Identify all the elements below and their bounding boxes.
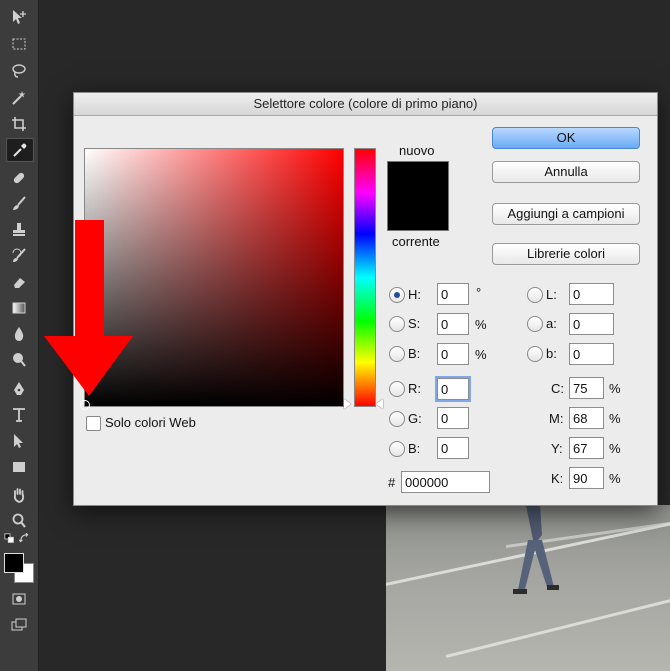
dodge-tool-icon[interactable]	[6, 349, 32, 371]
hue-radio[interactable]	[389, 287, 405, 303]
hue-slider-left-arrow[interactable]	[344, 399, 351, 409]
new-color-label: nuovo	[399, 143, 435, 158]
background-photo	[386, 505, 670, 671]
annotation-arrow-icon	[44, 220, 133, 396]
cyan-unit: %	[609, 381, 621, 396]
hue-slider[interactable]	[354, 148, 376, 407]
web-colors-checkbox[interactable]	[86, 416, 101, 431]
lab-a-radio[interactable]	[527, 316, 543, 332]
magenta-label: M:	[549, 411, 564, 426]
red-radio[interactable]	[389, 381, 405, 397]
blue-radio[interactable]	[389, 441, 405, 457]
web-colors-label: Solo colori Web	[105, 415, 196, 430]
brightness-label: B:	[408, 346, 421, 361]
black-label: K:	[551, 471, 564, 486]
hex-label: #	[388, 475, 396, 490]
hand-tool-icon[interactable]	[6, 484, 32, 506]
black-input[interactable]: 90	[569, 467, 604, 489]
cyan-label: C:	[551, 381, 564, 396]
brightness-input[interactable]: 0	[437, 343, 469, 365]
green-radio[interactable]	[389, 411, 405, 427]
gradient-tool-icon[interactable]	[6, 297, 32, 319]
path-selection-tool-icon[interactable]	[6, 430, 32, 452]
lab-l-input[interactable]: 0	[569, 283, 614, 305]
blue-input[interactable]: 0	[437, 437, 469, 459]
lab-l-radio[interactable]	[527, 287, 543, 303]
pen-tool-icon[interactable]	[6, 378, 32, 400]
healing-brush-tool-icon[interactable]	[6, 167, 32, 189]
red-label: R:	[408, 381, 421, 396]
magenta-unit: %	[609, 411, 621, 426]
type-tool-icon[interactable]	[6, 404, 32, 426]
saturation-radio[interactable]	[389, 316, 405, 332]
cancel-button[interactable]: Annulla	[492, 161, 640, 183]
lab-b-label: b:	[546, 346, 557, 361]
color-picker-dialog: Selettore colore (colore di primo piano)…	[73, 92, 658, 506]
new-color-swatch	[387, 161, 449, 231]
default-colors-icon[interactable]	[3, 532, 17, 546]
foreground-color-swatch[interactable]	[4, 553, 24, 573]
hue-unit: °	[476, 285, 482, 300]
pedestrian-figure	[513, 505, 559, 594]
yellow-input[interactable]: 67	[569, 437, 604, 459]
saturation-input[interactable]: 0	[437, 313, 469, 335]
brightness-unit: %	[475, 347, 487, 362]
magic-wand-tool-icon[interactable]	[6, 87, 32, 109]
yellow-label: Y:	[551, 441, 563, 456]
green-input[interactable]: 0	[437, 407, 469, 429]
hex-input[interactable]: 000000	[401, 471, 490, 493]
crop-tool-icon[interactable]	[6, 113, 32, 135]
saturation-label: S:	[408, 316, 421, 331]
quick-mask-icon[interactable]	[6, 588, 32, 610]
lab-l-label: L:	[546, 287, 557, 302]
color-libraries-button[interactable]: Librerie colori	[492, 243, 640, 265]
blur-tool-icon[interactable]	[6, 323, 32, 345]
current-color-label: corrente	[392, 234, 440, 249]
color-field-marker[interactable]	[80, 400, 90, 410]
stamp-tool-icon[interactable]	[6, 219, 32, 241]
zoom-tool-icon[interactable]	[6, 510, 32, 532]
add-to-swatches-button[interactable]: Aggiungi a campioni	[492, 203, 640, 225]
dialog-title[interactable]: Selettore colore (colore di primo piano)	[74, 93, 657, 116]
screen-mode-icon[interactable]	[6, 614, 32, 636]
hue-label: H:	[408, 287, 421, 302]
swap-colors-icon[interactable]	[18, 532, 32, 546]
lab-a-label: a:	[546, 316, 557, 331]
rectangle-tool-icon[interactable]	[6, 456, 32, 478]
saturation-unit: %	[475, 317, 487, 332]
blue-label: B:	[408, 441, 421, 456]
lab-b-input[interactable]: 0	[569, 343, 614, 365]
eraser-tool-icon[interactable]	[6, 271, 32, 293]
ok-button[interactable]: OK	[492, 127, 640, 149]
move-tool-icon[interactable]	[6, 6, 32, 28]
cyan-input[interactable]: 75	[569, 377, 604, 399]
hue-slider-right-arrow[interactable]	[376, 399, 383, 409]
marquee-tool-icon[interactable]	[6, 33, 32, 55]
brightness-radio[interactable]	[389, 346, 405, 362]
tools-panel	[0, 0, 39, 671]
lab-a-input[interactable]: 0	[569, 313, 614, 335]
green-label: G:	[408, 411, 422, 426]
lasso-tool-icon[interactable]	[6, 60, 32, 82]
black-unit: %	[609, 471, 621, 486]
magenta-input[interactable]: 68	[569, 407, 604, 429]
yellow-unit: %	[609, 441, 621, 456]
hue-input[interactable]: 0	[437, 283, 469, 305]
history-brush-tool-icon[interactable]	[6, 245, 32, 267]
red-input[interactable]: 0	[435, 376, 471, 402]
brush-tool-icon[interactable]	[6, 193, 32, 215]
lab-b-radio[interactable]	[527, 346, 543, 362]
eyedropper-tool-icon[interactable]	[6, 138, 34, 162]
